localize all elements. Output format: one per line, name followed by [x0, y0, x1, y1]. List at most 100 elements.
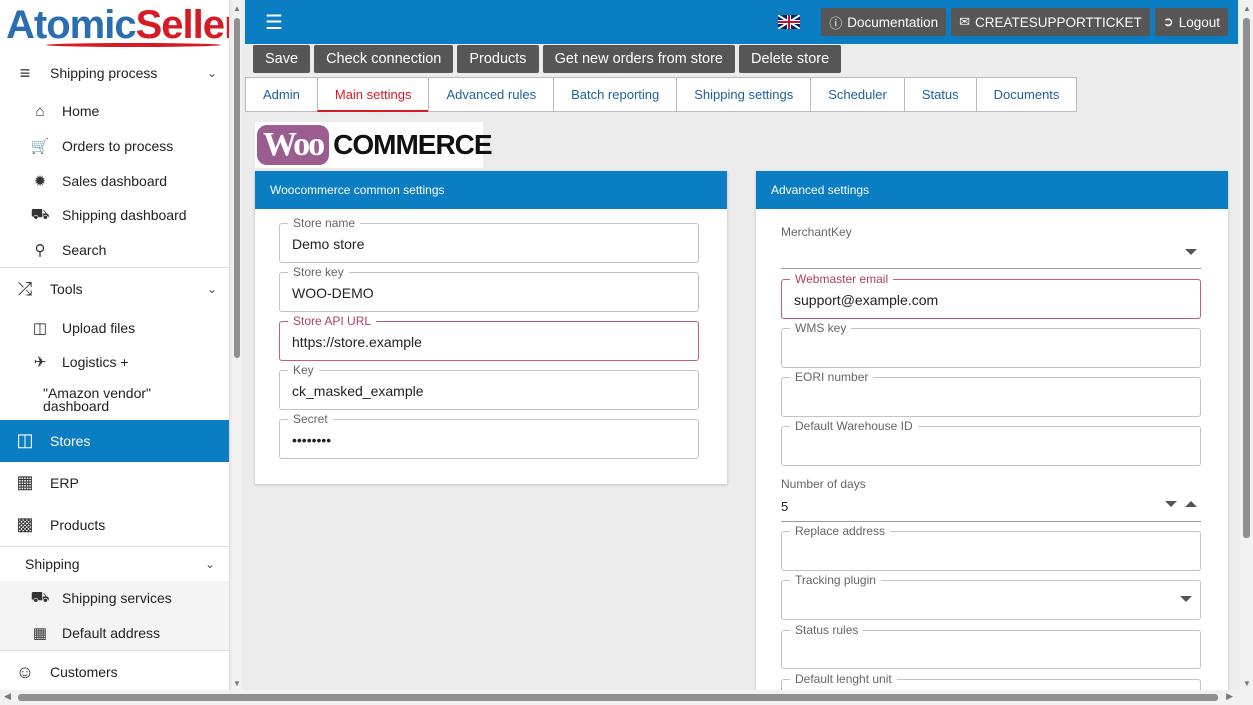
scroll-left-arrow-icon[interactable]: ◀ — [4, 691, 11, 702]
tab-advanced-rules[interactable]: Advanced rules — [428, 77, 555, 112]
field-value: •••••••• — [292, 432, 332, 448]
nav-section-shipping[interactable]: Shipping ⌄ — [0, 547, 229, 581]
sidebar-item-orders-to-process[interactable]: 🛒 Orders to process — [0, 129, 229, 164]
home-icon: ⌂ — [35, 102, 45, 120]
logo-text-seller: Seller — [135, 3, 230, 47]
sidebar-item-sales-dashboard[interactable]: ✹ Sales dashboard — [0, 163, 229, 198]
tracking-plugin-select[interactable]: Tracking plugin — [781, 573, 1201, 620]
tab-shipping-settings[interactable]: Shipping settings — [676, 77, 812, 112]
delete-store-button[interactable]: Delete store — [738, 45, 842, 73]
store-name-field[interactable]: Store name Demo store — [279, 216, 699, 263]
sidebar-item-upload-files[interactable]: ◫ Upload files — [0, 310, 229, 345]
scroll-right-arrow-icon[interactable]: ▶ — [1226, 691, 1233, 702]
field-label: Status rules — [790, 623, 864, 637]
sidebar-item-amazon-vendor-dashboard[interactable]: "Amazon vendor" dashboard — [0, 380, 229, 420]
woo-logo-text: Woo — [257, 125, 330, 165]
tab-admin[interactable]: Admin — [245, 77, 318, 112]
upload-files-icon: ◫ — [32, 319, 48, 337]
nav-group-customers[interactable]: ☺ Customers — [0, 651, 229, 690]
scroll-up-arrow-icon[interactable]: ▲ — [233, 4, 241, 13]
field-label: Replace address — [790, 524, 891, 538]
sidebar-item-logistics[interactable]: ✈ Logistics + — [0, 345, 229, 380]
sidebar-item-default-address[interactable]: ▦ Default address — [0, 616, 229, 651]
sidebar-scrollbar[interactable]: ▲ ▼ — [232, 0, 242, 690]
nav-group-tools[interactable]: ⤮ Tools ⌄ — [0, 268, 229, 310]
person-icon: ☺ — [15, 661, 35, 682]
card-title: Woocommerce common settings — [255, 171, 727, 209]
tab-main-settings[interactable]: Main settings — [316, 77, 430, 112]
dropdown-arrow-icon — [1185, 249, 1197, 255]
sidebar-item-label: Sales dashboard — [62, 172, 168, 189]
decrement-arrow-icon[interactable] — [1165, 501, 1177, 507]
sidebar-item-home[interactable]: ⌂ Home — [0, 94, 229, 129]
scrollbar-thumb[interactable] — [234, 18, 240, 358]
sidebar-item-label: Search — [62, 242, 107, 259]
chevron-down-icon: ⌄ — [204, 556, 215, 571]
page-scrollbar[interactable]: ▲ ▼ — [1240, 0, 1253, 690]
scroll-down-arrow-icon[interactable]: ▼ — [233, 679, 241, 688]
nav-group-shipping-process[interactable]: ≡ Shipping process ⌄ — [0, 52, 229, 94]
nav-group-products[interactable]: ▩ Products — [0, 504, 229, 546]
sidebar-item-shipping-dashboard[interactable]: ⛟ Shipping dashboard — [0, 198, 229, 233]
default-warehouse-id-field[interactable]: Default Warehouse ID — [781, 419, 1201, 466]
tab-status[interactable]: Status — [903, 77, 977, 112]
wms-key-field[interactable]: WMS key — [781, 321, 1201, 368]
replace-address-field[interactable]: Replace address — [781, 524, 1201, 571]
store-key-field[interactable]: Store key WOO-DEMO — [279, 265, 699, 312]
logout-icon: ➲ — [1162, 14, 1174, 29]
get-new-orders-button[interactable]: Get new orders from store — [542, 45, 735, 73]
nav-group-erp[interactable]: ▦ ERP — [0, 462, 229, 504]
scroll-down-arrow-icon[interactable]: ▼ — [1243, 679, 1251, 688]
dropdown-arrow-icon — [1180, 596, 1192, 602]
logout-button[interactable]: ➲ Logout — [1154, 8, 1228, 36]
chevron-down-icon: ⌄ — [206, 66, 217, 80]
nav-group-stores[interactable]: ◫ Stores — [0, 419, 229, 462]
menu-icon[interactable]: ☰ — [265, 10, 283, 35]
card-title: Advanced settings — [756, 171, 1228, 209]
field-label: Number of days — [781, 477, 866, 491]
secret-field[interactable]: Secret •••••••• — [279, 412, 699, 459]
field-label: WMS key — [790, 321, 852, 335]
tab-batch-reporting[interactable]: Batch reporting — [553, 77, 678, 112]
nav-section-label: Shipping — [25, 555, 80, 572]
field-label: Default Warehouse ID — [790, 419, 918, 433]
create-support-ticket-button[interactable]: ✉ CREATESUPPORTTICKET — [951, 8, 1150, 36]
mail-icon: ✉ — [959, 14, 971, 29]
eori-number-field[interactable]: EORI number — [781, 370, 1201, 417]
webmaster-email-field[interactable]: Webmaster email support@example.com — [781, 272, 1201, 319]
sidebar-item-label: Logistics + — [62, 354, 129, 371]
field-label: Store key — [288, 265, 349, 279]
scrollbar-thumb[interactable] — [1243, 18, 1250, 538]
store-api-url-field[interactable]: Store API URL https://store.example — [279, 314, 699, 361]
save-button[interactable]: Save — [253, 45, 311, 73]
nav-group-label: Shipping process — [50, 65, 158, 81]
sidebar-item-label: Shipping dashboard — [62, 207, 187, 224]
status-rules-field[interactable]: Status rules — [781, 623, 1201, 669]
field-label: Secret — [288, 412, 333, 426]
plane-departure-icon: ✈ — [33, 354, 47, 372]
increment-arrow-icon[interactable] — [1185, 501, 1197, 507]
field-label: MerchantKey — [781, 225, 852, 239]
products-button[interactable]: Products — [457, 45, 539, 73]
settings-tabs: Admin Main settings Advanced rules Batch… — [245, 77, 1078, 112]
advanced-settings-card: Advanced settings MerchantKey Webmaster … — [756, 171, 1228, 701]
documentation-button[interactable]: ⓘ Documentation — [821, 8, 947, 36]
check-connection-button[interactable]: Check connection — [314, 45, 454, 73]
sidebar-item-shipping-services[interactable]: ⛟ Shipping services — [0, 581, 229, 616]
app-logo[interactable]: AtomicSeller — [0, 0, 229, 52]
scrollbar-thumb[interactable] — [18, 694, 1218, 701]
horizontal-scrollbar[interactable]: ◀ ▶ — [0, 690, 1253, 705]
sidebar-item-search[interactable]: ⚲ Search — [0, 233, 229, 268]
number-of-days-stepper[interactable]: Number of days 5 — [781, 477, 1201, 522]
merchant-key-select[interactable]: MerchantKey — [781, 225, 1201, 269]
scroll-up-arrow-icon[interactable]: ▲ — [1243, 4, 1251, 13]
field-label: Store name — [288, 216, 361, 230]
key-field[interactable]: Key ck_masked_example — [279, 363, 699, 410]
store-icon: ◫ — [16, 430, 34, 451]
documentation-label: Documentation — [847, 14, 939, 30]
uk-flag-icon[interactable] — [778, 15, 801, 29]
tools-icon: ⤮ — [17, 278, 33, 299]
tab-scheduler[interactable]: Scheduler — [810, 77, 905, 112]
tab-documents[interactable]: Documents — [975, 77, 1078, 112]
field-value: WOO-DEMO — [292, 285, 374, 301]
